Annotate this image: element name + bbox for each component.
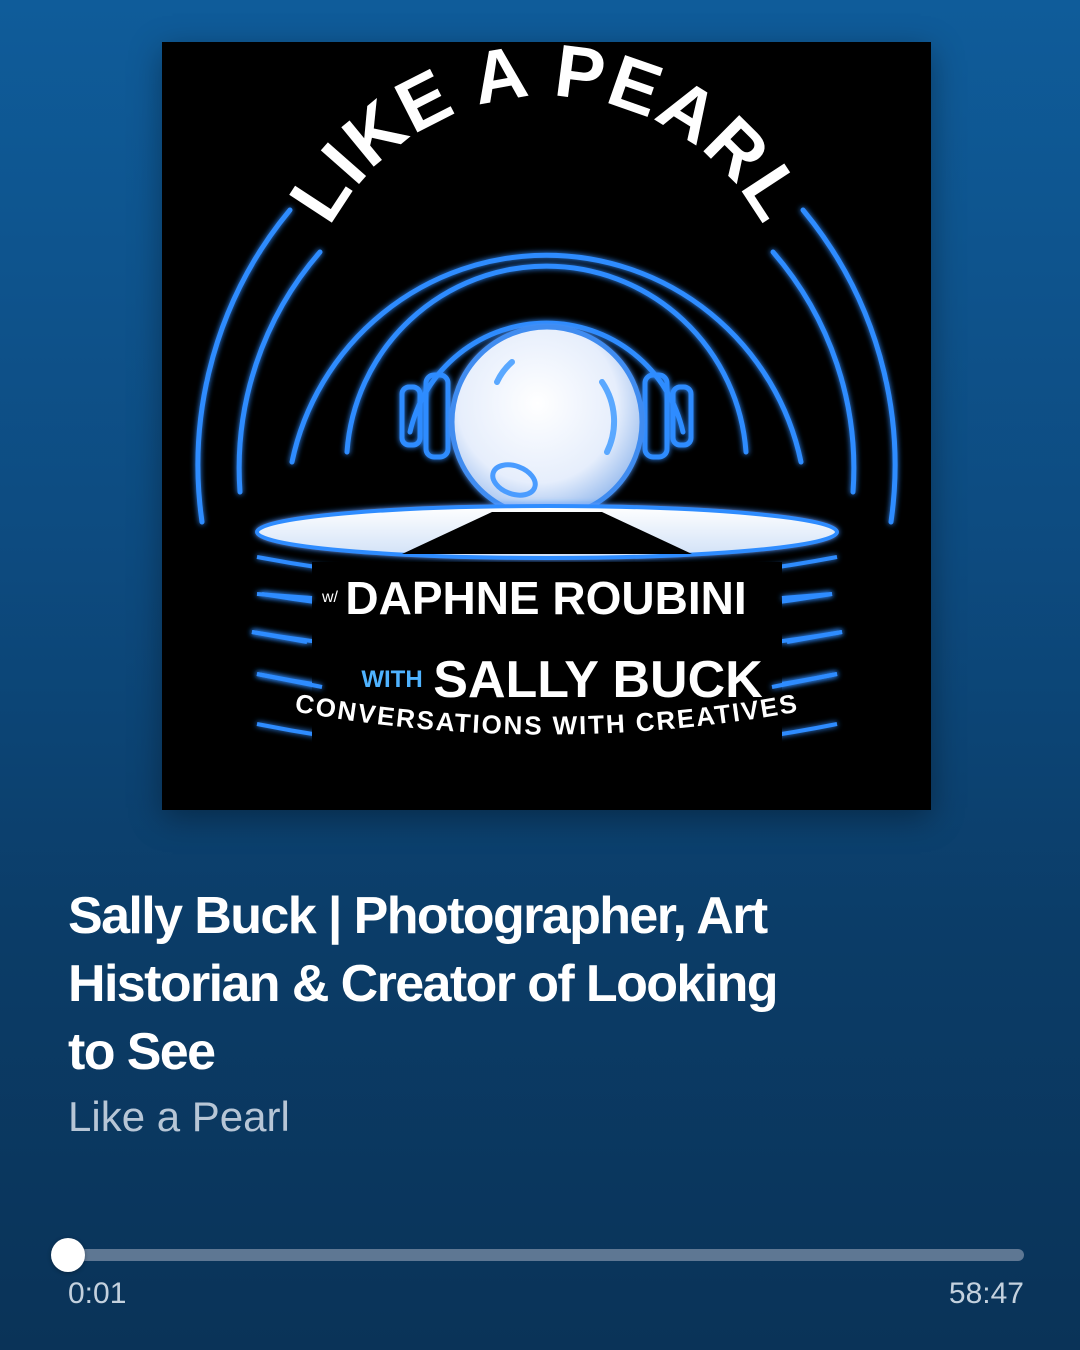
progress-scrubber-handle[interactable] — [51, 1238, 86, 1272]
artwork-host-name: DAPHNE ROUBINI — [345, 572, 746, 624]
total-duration: 58:47 — [948, 1277, 1024, 1310]
progress-track[interactable] — [68, 1249, 1024, 1261]
podcast-artwork: LIKE A PEARL w/ DAPHNE ROUBINI WITH SALL… — [162, 42, 931, 810]
artwork-host-prefix: w/ — [321, 589, 339, 606]
episode-title: Sally Buck | Photographer, Art Historian… — [68, 887, 779, 1081]
show-name[interactable]: Like a Pearl — [68, 1090, 290, 1144]
pearl-icon — [449, 324, 645, 520]
elapsed-time: 0:01 — [68, 1277, 127, 1310]
playback-progress-bar[interactable] — [51, 1238, 1024, 1272]
artwork-guest-prefix: WITH — [361, 666, 422, 693]
